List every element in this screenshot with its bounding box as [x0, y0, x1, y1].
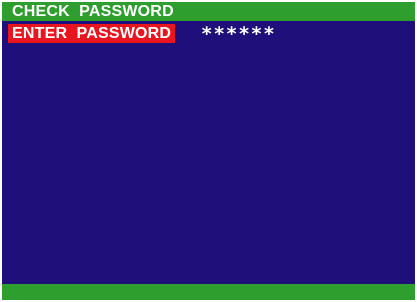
password-input[interactable]: ****** — [201, 23, 276, 45]
password-screen: CHECK PASSWORD ENTER PASSWORD ****** — [2, 2, 415, 300]
title-bar: CHECK PASSWORD — [2, 2, 415, 21]
bottom-bar — [2, 284, 415, 300]
screen-title: CHECK PASSWORD — [12, 3, 174, 20]
enter-password-label: ENTER PASSWORD — [8, 24, 176, 43]
